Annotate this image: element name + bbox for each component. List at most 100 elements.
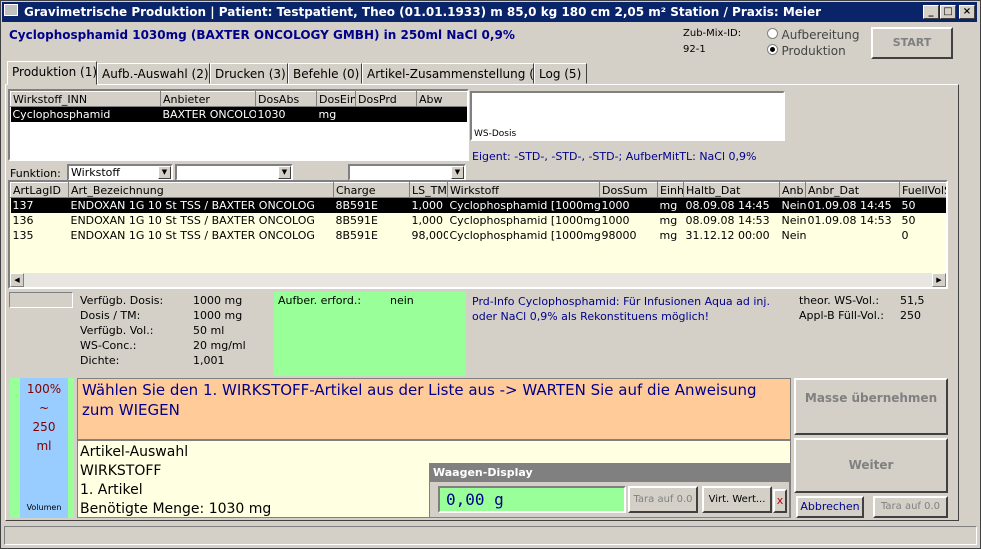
col-header[interactable]: Einh bbox=[657, 182, 684, 198]
cell: 8B591E bbox=[335, 213, 379, 227]
col-header[interactable]: DosAbs bbox=[255, 91, 317, 107]
tab-artikel-zusammenstellung[interactable]: Artikel-Zusammenstellung (4) bbox=[362, 63, 546, 84]
col-header[interactable]: Art_Bezeichnung bbox=[68, 182, 334, 198]
col-header[interactable]: Wirkstoff_INN bbox=[10, 91, 161, 107]
close-button[interactable]: × bbox=[959, 5, 975, 19]
radio-aufbereitung-label: Aufbereitung bbox=[781, 28, 860, 42]
ws-dosis-label: WS-Dosis bbox=[474, 129, 517, 139]
cell: mg bbox=[659, 198, 678, 212]
chevron-down-icon[interactable]: ▼ bbox=[158, 166, 171, 179]
tab-drucken[interactable]: Drucken (3) bbox=[210, 63, 288, 84]
funktion-label: Funktion: bbox=[10, 167, 61, 180]
product-title: Cyclophosphamid 1030mg (BAXTER ONCOLOGY … bbox=[9, 28, 515, 42]
tab-log[interactable]: Log (5) bbox=[534, 63, 587, 84]
cell: Cyclophosphamid [1000mg bbox=[449, 213, 600, 227]
ws-conc-label: WS-Conc.: bbox=[80, 339, 137, 352]
virt-wert-button[interactable]: Virt. Wert... bbox=[702, 486, 772, 513]
cell: 50 bbox=[901, 198, 916, 212]
cell: 98,000 bbox=[411, 228, 448, 242]
wirkstoff-table[interactable]: Wirkstoff_INN Anbieter DosAbs DosEin Dos… bbox=[8, 89, 469, 161]
instruction-box: Wählen Sie den 1. WIRKSTOFF-Artikel aus … bbox=[77, 378, 791, 440]
table-row[interactable]: Cyclophosphamid BAXTER ONCOLOG 1030 mg bbox=[10, 106, 467, 122]
weight-readout: 0,00 g bbox=[438, 486, 626, 513]
wirkstoff-table-header: Wirkstoff_INN Anbieter DosAbs DosEin Dos… bbox=[10, 91, 467, 107]
artikel-table[interactable]: ArtLagID Art_Bezeichnung Charge LS_TM Wi… bbox=[8, 180, 948, 289]
col-header[interactable]: DosPrd bbox=[355, 91, 417, 107]
verf-vol-value: 50 ml bbox=[193, 324, 225, 337]
cell: Cyclophosphamid bbox=[12, 107, 111, 121]
verf-dosis-label: Verfügb. Dosis: bbox=[80, 294, 164, 307]
chevron-down-icon[interactable]: ▼ bbox=[278, 166, 291, 179]
cell: 0 bbox=[901, 228, 909, 242]
volume-amount: 250 bbox=[32, 420, 56, 434]
radio-produktion-circle[interactable] bbox=[767, 44, 778, 55]
cell: ENDOXAN 1G 10 St TSS / BAXTER ONCOLOG bbox=[70, 228, 315, 242]
tab-produktion[interactable]: Produktion (1) bbox=[7, 61, 97, 85]
cell: 98000 bbox=[601, 228, 637, 242]
col-header[interactable]: DosSum bbox=[599, 182, 658, 198]
tab-aufb-auswahl[interactable]: Aufb.-Auswahl (2) bbox=[97, 63, 210, 84]
cell: mg bbox=[659, 228, 678, 242]
volume-gauge: 100% ~ 250 ml Volumen bbox=[10, 378, 74, 518]
cell: 01.09.08 14:45 bbox=[807, 198, 892, 212]
volume-unit: ml bbox=[36, 439, 52, 453]
horizontal-scrollbar[interactable]: ◀ ▶ bbox=[10, 273, 946, 287]
waagen-display: Waagen-Display 0,00 g Tara auf 0.0 Virt.… bbox=[429, 463, 790, 518]
cell: ENDOXAN 1G 10 St TSS / BAXTER ONCOLOG bbox=[70, 213, 315, 227]
cell: 08.09.08 14:53 bbox=[685, 213, 770, 227]
tara-button-scale[interactable]: Tara auf 0.0 bbox=[628, 486, 698, 513]
funktion-combo-1[interactable]: Wirkstoff ▼ bbox=[67, 164, 173, 181]
col-header[interactable]: Anb bbox=[779, 182, 806, 198]
start-button[interactable]: START bbox=[871, 27, 953, 59]
cell: 31.12.12 00:00 bbox=[685, 228, 770, 242]
radio-aufbereitung[interactable]: Aufbereitung bbox=[767, 28, 859, 42]
chevron-down-icon[interactable]: ▼ bbox=[451, 166, 464, 179]
col-header[interactable]: Wirkstoff bbox=[447, 182, 600, 198]
col-header[interactable]: ArtLagID bbox=[10, 182, 69, 198]
scroll-right-icon[interactable]: ▶ bbox=[932, 273, 946, 287]
radio-produktion[interactable]: Produktion bbox=[767, 44, 846, 58]
col-header[interactable]: Anbieter bbox=[160, 91, 256, 107]
funktion-combo-3[interactable]: ▼ bbox=[348, 164, 466, 181]
cell: mg bbox=[318, 107, 337, 121]
tara-button[interactable]: Tara auf 0.0 bbox=[873, 496, 948, 518]
abbrechen-button[interactable]: Abbrechen bbox=[796, 496, 864, 518]
maximize-button[interactable]: □ bbox=[940, 5, 956, 19]
col-header[interactable]: Anbr_Dat bbox=[805, 182, 900, 198]
eigent-text: Eigent: -STD-, -STD-, -STD-; AufberMitTL… bbox=[472, 150, 757, 163]
funktion-combo-2[interactable]: ▼ bbox=[175, 164, 293, 181]
table-row[interactable]: 136 ENDOXAN 1G 10 St TSS / BAXTER ONCOLO… bbox=[11, 213, 947, 228]
cell: 1,000 bbox=[411, 213, 444, 227]
weiter-button[interactable]: Weiter bbox=[794, 438, 948, 493]
volume-tilde: ~ bbox=[38, 401, 50, 415]
aufber-box: Aufber. erford.: nein bbox=[274, 292, 466, 376]
table-row[interactable]: 135 ENDOXAN 1G 10 St TSS / BAXTER ONCOLO… bbox=[11, 228, 947, 243]
col-header[interactable]: Abw bbox=[416, 91, 467, 107]
tab-befehle[interactable]: Befehle (0) bbox=[288, 63, 362, 84]
radio-aufbereitung-circle[interactable] bbox=[767, 28, 778, 39]
scroll-left-icon[interactable]: ◀ bbox=[10, 273, 24, 287]
col-header[interactable]: Charge bbox=[333, 182, 410, 198]
table-row[interactable]: 137 ENDOXAN 1G 10 St TSS / BAXTER ONCOLO… bbox=[10, 197, 946, 213]
col-header[interactable]: DosEin bbox=[316, 91, 356, 107]
cell: 1,000 bbox=[411, 198, 444, 212]
dichte-value: 1,001 bbox=[193, 354, 225, 367]
zub-mix-value: 92-1 bbox=[683, 44, 706, 55]
masse-uebernehmen-button[interactable]: Masse übernehmen bbox=[794, 378, 948, 435]
progress-box bbox=[9, 292, 73, 308]
cell: 1000 bbox=[601, 198, 630, 212]
col-header[interactable]: LS_TM bbox=[409, 182, 448, 198]
dosis-tm-label: Dosis / TM: bbox=[80, 309, 141, 322]
waagen-close-icon[interactable]: x bbox=[773, 489, 787, 513]
col-header[interactable]: Haltb_Dat bbox=[683, 182, 780, 198]
col-header[interactable]: FuellVolS bbox=[899, 182, 946, 198]
minimize-button[interactable]: _ bbox=[923, 5, 939, 19]
funktion-combo-1-value: Wirkstoff bbox=[71, 166, 120, 179]
aufber-label: Aufber. erford.: bbox=[278, 294, 362, 307]
cell: 1000 bbox=[601, 213, 630, 227]
ws-conc-value: 20 mg/ml bbox=[193, 339, 246, 352]
cell: 1030 bbox=[257, 107, 286, 121]
cell bbox=[356, 107, 417, 122]
app-icon bbox=[4, 4, 18, 16]
cell: 08.09.08 14:45 bbox=[685, 198, 770, 212]
